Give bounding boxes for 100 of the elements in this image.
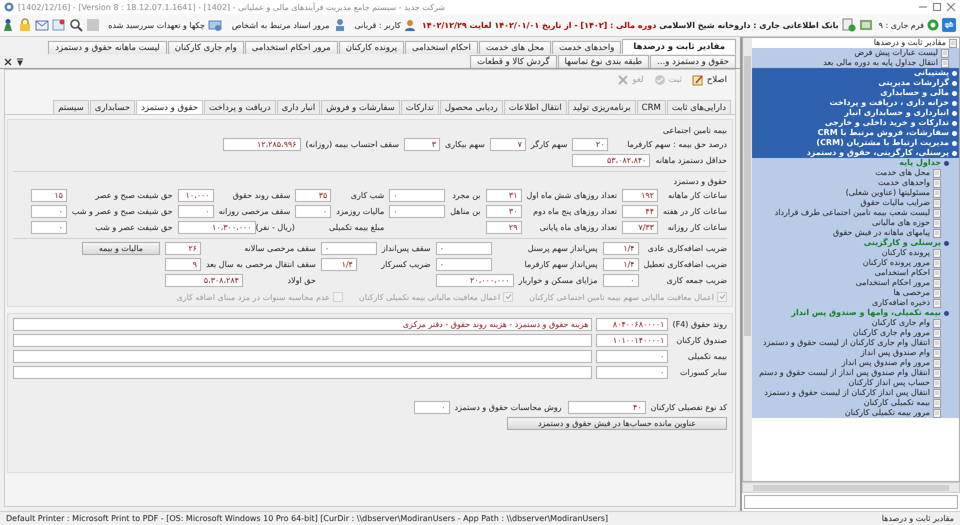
dropdown-field[interactable]: ۰ — [389, 205, 446, 218]
text-field[interactable]: ۴۰ — [568, 401, 646, 414]
text-field[interactable]: ۱۰،۰۰۰ — [178, 189, 214, 202]
lock-icon[interactable] — [18, 18, 32, 32]
text-field[interactable]: ۱۰،۳۰۰،۰۰۰ — [178, 221, 256, 234]
module-item[interactable]: مدیریت ارتباط با مشتریان (CRM) — [752, 138, 959, 148]
tree-item[interactable]: ذخیره اضافه‌کاری — [872, 298, 930, 308]
tree-item[interactable]: لیست شعب بیمه تامین اجتماعی طرف قرارداد — [774, 208, 930, 218]
text-field[interactable]: ۰ — [295, 205, 332, 218]
account-description-field[interactable]: هزینه حقوق و دستمزد - هزینه روند حقوق - دفتر مرکزی — [13, 318, 592, 331]
text-field[interactable]: ۰ — [30, 221, 67, 234]
tree-item[interactable]: مرور بیمه تکمیلی کارکنان — [844, 408, 930, 418]
toolbar-button[interactable]: چکها و تعهدات سررسید شده — [106, 17, 224, 33]
tree-item[interactable]: پیامهای ماهانه در فیش حقوق — [832, 228, 930, 238]
module-tab[interactable]: CRM — [636, 100, 666, 114]
document-tab[interactable]: حقوق و دستمزد و... — [650, 55, 736, 68]
mail-icon[interactable] — [35, 18, 50, 32]
text-field[interactable]: ۰ — [414, 401, 450, 414]
tree-item[interactable]: وام صندوق پس انداز — [860, 348, 930, 358]
filter-field[interactable] — [744, 495, 958, 509]
maximize-icon[interactable] — [932, 2, 942, 12]
text-field[interactable]: ۷/۳۳ — [622, 221, 658, 234]
module-item[interactable]: انبارداری و حسابداری انبار — [752, 108, 959, 118]
module-item[interactable]: سفارشات، فروش مرتبط با CRM — [752, 128, 959, 138]
tree-item[interactable]: واحدهای خدمت — [878, 178, 930, 188]
tree-item[interactable]: لیست عبارات پیش فرض — [854, 48, 938, 58]
text-field[interactable]: ۱۹۲ — [622, 189, 658, 202]
module-tab[interactable]: ردیابی محصول — [440, 100, 503, 114]
text-field[interactable]: ۵۳،۰۸۲،۸۴۰ — [572, 154, 650, 167]
tree-item[interactable]: مقادیر ثابت و درصدها — [874, 38, 946, 48]
tree-item[interactable]: پرونده کارکنان — [882, 248, 930, 258]
horizontal-scrollbar[interactable] — [742, 482, 960, 493]
module-tab[interactable]: برنامه‌ریزی تولید — [568, 100, 636, 114]
tree-item[interactable]: مرور وام جاری کارکنان — [852, 328, 930, 338]
text-field[interactable]: ۰ — [602, 274, 639, 287]
toolbar-button[interactable]: مرور اسناد مرتبط به اشخاص — [230, 17, 349, 33]
account-code-field[interactable]: ۰ — [596, 350, 668, 363]
tree-item[interactable]: مرور وام صندوق پس انداز — [842, 358, 930, 368]
module-tab[interactable]: دریافت و پرداخت — [204, 100, 276, 114]
tree-item[interactable]: مرخصی ها — [894, 288, 930, 298]
document-tab[interactable]: واحدهای خدمت — [552, 41, 622, 54]
text-field[interactable]: ۵،۳۰۸،۲۸۴ — [164, 274, 243, 287]
text-field[interactable]: ۳۵ — [295, 189, 332, 202]
text-field[interactable]: ۰ — [178, 205, 214, 218]
close-icon[interactable] — [4, 58, 12, 66]
tree-item[interactable]: مسئولیتها (عناوین شغلی) — [846, 188, 930, 198]
text-field[interactable]: ۴۴ — [622, 205, 658, 218]
tree-item[interactable]: حساب پس انداز کارکنان — [848, 378, 930, 388]
refresh-icon[interactable] — [942, 18, 956, 32]
tree-item[interactable]: مرور پرونده کارکنان — [862, 258, 930, 268]
text-field[interactable]: ۱۲،۲۸۵،۹۹۶ — [222, 138, 301, 151]
text-field[interactable]: ۱/۴ — [602, 258, 639, 271]
tree-item[interactable]: ضرایب مالیات حقوق — [860, 198, 930, 208]
module-item[interactable]: پرسنلی، کارگزینی، حقوق و دستمزد — [752, 148, 959, 158]
text-field[interactable]: ۳۰ — [486, 205, 522, 218]
module-tab[interactable]: سفارشات و فروش — [321, 100, 400, 114]
text-field[interactable]: ۱/۴ — [602, 242, 639, 255]
toolbar-button[interactable]: اصلاح — [690, 74, 729, 86]
module-item[interactable]: تدارکات و خرید داخلی و خارجی — [752, 118, 959, 128]
document-tab[interactable]: مقادیر ثابت و درصدها — [622, 39, 736, 54]
account-description-field[interactable] — [13, 334, 592, 347]
document-tab[interactable]: طبقه بندی نوع تماسها — [558, 55, 650, 68]
document-tab[interactable]: پرونده کارکنان — [338, 41, 404, 54]
module-tab[interactable]: دارایی‌های ثابت — [666, 100, 731, 114]
document-tab[interactable]: وام جاری کارکنان — [168, 41, 244, 54]
text-field[interactable]: ۲۰ — [572, 138, 608, 151]
module-item[interactable]: خزانه داری ، دریافت و پرداخت — [752, 98, 959, 108]
document-tab[interactable]: محل های خدمت — [478, 41, 552, 54]
document-tab[interactable]: مرور احکام استخدامی — [244, 41, 338, 54]
account-code-field[interactable]: ۸۰۴۰۰۶۸۰۰۰۰۱ — [596, 318, 668, 331]
account-description-field[interactable] — [13, 350, 592, 363]
module-tab[interactable]: حسابداری — [90, 100, 136, 114]
taxes-button[interactable]: مالیات و بیمه — [82, 242, 160, 255]
text-field[interactable]: ۲۰،۰۰۰،۰۰۰ — [436, 274, 514, 287]
module-tab[interactable]: انتقال اطلاعات — [504, 100, 567, 114]
module-tab[interactable]: سیستم — [53, 100, 89, 114]
tree-item[interactable]: حوزه های مالیاتی — [872, 218, 930, 228]
dropdown-field[interactable]: ۰ — [436, 242, 492, 255]
account-description-field[interactable] — [13, 366, 592, 379]
tree-item[interactable]: انتقال وام جاری کارکنان از لیست حقوق و دستمزد — [762, 338, 930, 348]
tree-item[interactable]: احکام استخدامی — [874, 268, 930, 278]
account-code-field[interactable]: ۱۰۱۰۰۱۴۰۰۰۰۱ — [596, 334, 668, 347]
text-field[interactable]: ۷ — [490, 138, 526, 151]
pin-icon[interactable] — [16, 58, 24, 66]
dropdown-field[interactable]: ۰ — [436, 258, 492, 271]
tree-item[interactable]: انتقال وام صندوق پس انداز از لیست حقوق و دستم — [759, 368, 930, 378]
module-tab[interactable]: حقوق و دستمزد — [136, 100, 204, 114]
document-tab[interactable]: گردش کالا و قطعات — [470, 55, 556, 68]
module-tab[interactable]: انبار داری — [276, 100, 320, 114]
module-item[interactable]: گزارشات مدیریتی — [752, 78, 959, 88]
dropdown-field[interactable]: ۰ — [389, 189, 446, 202]
vertical-scrollbar[interactable] — [743, 38, 752, 481]
tree-item[interactable]: محل های خدمت — [875, 168, 930, 178]
text-field[interactable]: ۹ — [164, 258, 201, 271]
database-icon[interactable] — [858, 18, 873, 32]
search-icon[interactable] — [69, 18, 84, 32]
module-tab[interactable]: تدارکات — [400, 100, 439, 114]
document-tab[interactable]: احکام استخدامی — [405, 41, 478, 54]
module-item[interactable]: پشتیبانی — [752, 68, 959, 78]
tree-item[interactable]: انتقال جداول پایه به دوره مالی بعد — [823, 58, 938, 68]
